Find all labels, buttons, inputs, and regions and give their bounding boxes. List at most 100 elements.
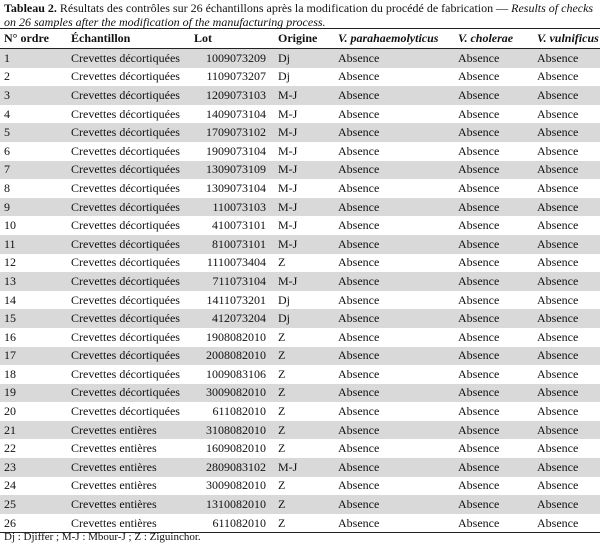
cell-origin: Z xyxy=(274,513,334,534)
cell-lot: 611082010 xyxy=(212,404,266,419)
cell-order: 14 xyxy=(4,292,16,307)
cell-order: 12 xyxy=(4,255,16,270)
cell-origin: Dj xyxy=(274,309,334,328)
cell-sample: Crevettes décortiquées xyxy=(71,329,180,344)
cell-lot: 711073104 xyxy=(190,272,274,291)
cell-origin: M-J xyxy=(278,143,298,158)
cell-lot: 1908082010 xyxy=(206,329,266,344)
cell-lot: 3009082010 xyxy=(190,383,274,403)
cell-lot: 1110073404 xyxy=(206,255,266,270)
cell-v-vulnificus: Absence xyxy=(533,420,600,440)
cell-lot: 412073204 xyxy=(190,309,274,328)
cell-v-cholerae: Absence xyxy=(458,106,500,121)
cell-lot: 1309073109 xyxy=(190,160,274,180)
table-row: 22 Crevettes entières 1609082010 Z Absence Ab… xyxy=(0,439,600,458)
header-v-vulnificus: V. vulnificus xyxy=(533,28,600,49)
table-row: 4 Crevettes décortiquées 1409073104 M-J Abse… xyxy=(0,105,600,124)
cell-v-parahaemolyticus: Absence xyxy=(334,160,454,180)
cell-origin: Z xyxy=(274,495,334,514)
cell-sample: Crevettes entières xyxy=(67,420,190,440)
cell-lot: 1209073103 xyxy=(190,86,274,105)
cell-v-cholerae: Absence xyxy=(454,309,533,328)
cell-v-cholerae: Absence xyxy=(454,197,533,217)
cell-origin: M-J xyxy=(274,123,334,142)
cell-v-vulnificus: Absence xyxy=(537,292,579,307)
cell-origin: Z xyxy=(274,420,334,440)
cell-lot: 810073101 xyxy=(190,234,274,254)
cell-lot: 3108082010 xyxy=(190,420,274,440)
cell-order: 7 xyxy=(0,160,67,180)
cell-sample: Crevettes décortiquées xyxy=(71,404,180,419)
cell-v-parahaemolyticus: Absence xyxy=(334,197,454,217)
cell-sample: Crevettes entières xyxy=(67,495,190,514)
cell-v-cholerae: Absence xyxy=(458,292,500,307)
cell-order: 20 xyxy=(4,404,16,419)
cell-lot: 1009083106 xyxy=(206,366,266,381)
table-row: 20 Crevettes décortiquées 611082010 Z Absenc… xyxy=(0,402,600,421)
cell-v-vulnificus: Absence xyxy=(533,513,600,534)
cell-order: 8 xyxy=(4,180,10,195)
header-order: N° ordre xyxy=(0,28,67,49)
table-row: 13 Crevettes décortiquées 711073104 M-J Abse… xyxy=(0,272,600,291)
cell-v-vulnificus: Absence xyxy=(533,197,600,217)
cell-origin: M-J xyxy=(274,197,334,217)
cell-v-parahaemolyticus: Absence xyxy=(338,180,380,195)
cell-v-vulnificus: Absence xyxy=(533,123,600,142)
cell-v-cholerae: Absence xyxy=(454,458,533,477)
cell-origin: M-J xyxy=(274,86,334,105)
cell-sample: Crevettes décortiquées xyxy=(67,160,190,180)
caption-text-fr: Résultats des contrôles sur 26 échantill… xyxy=(59,1,494,15)
cell-order: 9 xyxy=(0,197,67,217)
cell-origin: Z xyxy=(278,329,286,344)
cell-sample: Crevettes décortiquées xyxy=(71,218,180,233)
cell-lot: 1310082010 xyxy=(190,495,274,514)
cell-origin: Dj xyxy=(278,69,290,84)
table-row: 7 Crevettes décortiquées 1309073109 M-J Abse… xyxy=(0,160,600,180)
cell-v-cholerae: Absence xyxy=(458,404,500,419)
cell-lot: 1411073201 xyxy=(206,292,266,307)
header-row: N° ordre Échantillon Lot Origine V. para… xyxy=(0,28,600,49)
cell-v-vulnificus: Absence xyxy=(533,383,600,403)
cell-order: 15 xyxy=(0,309,67,328)
table-row: 8 Crevettes décortiquées 1309073104 M-J Abse… xyxy=(0,179,600,198)
cell-v-parahaemolyticus: Absence xyxy=(338,329,380,344)
cell-v-parahaemolyticus: Absence xyxy=(334,123,454,142)
cell-v-parahaemolyticus: Absence xyxy=(338,143,380,158)
cell-v-vulnificus: Absence xyxy=(533,234,600,254)
cell-lot: 2809083102 xyxy=(190,458,274,477)
table-row: 2 Crevettes décortiquées 1109073207 Dj Absen… xyxy=(0,68,600,87)
cell-v-parahaemolyticus: Absence xyxy=(334,383,454,403)
table-row: 17 Crevettes décortiquées 2008082010 Z Absen… xyxy=(0,346,600,366)
cell-lot: 611082010 xyxy=(190,513,274,534)
cell-v-cholerae: Absence xyxy=(454,346,533,366)
cell-v-parahaemolyticus: Absence xyxy=(338,366,380,381)
cell-sample: Crevettes décortiquées xyxy=(67,86,190,105)
cell-sample: Crevettes décortiquées xyxy=(67,346,190,366)
cell-v-cholerae: Absence xyxy=(458,255,500,270)
caption-separator: — xyxy=(493,1,512,15)
cell-order: 22 xyxy=(4,441,16,456)
cell-lot: 1409073104 xyxy=(206,106,266,121)
cell-v-vulnificus: Absence xyxy=(537,404,579,419)
table-row: 6 Crevettes décortiquées 1909073104 M-J Abse… xyxy=(0,142,600,161)
cell-v-parahaemolyticus: Absence xyxy=(334,309,454,328)
cell-lot: 1309073104 xyxy=(206,180,266,195)
cell-v-parahaemolyticus: Absence xyxy=(334,513,454,534)
cell-sample: Crevettes décortiquées xyxy=(67,234,190,254)
cell-sample: Crevettes entières xyxy=(67,458,190,477)
cell-origin: Z xyxy=(278,441,286,456)
cell-v-cholerae: Absence xyxy=(458,218,500,233)
cell-lot: 410073101 xyxy=(212,218,266,233)
table-row: 9 Crevettes décortiquées 110073103 M-J Absen… xyxy=(0,197,600,217)
results-table: N° ordre Échantillon Lot Origine V. para… xyxy=(0,28,600,534)
table-row: 11 Crevettes décortiquées 810073101 M-J Abse… xyxy=(0,234,600,254)
cell-v-parahaemolyticus: Absence xyxy=(334,272,454,291)
cell-v-cholerae: Absence xyxy=(454,272,533,291)
cell-v-vulnificus: Absence xyxy=(537,255,579,270)
table-body: 1 Crevettes décortiquées 1009073209 Dj Absen… xyxy=(0,48,600,534)
cell-v-vulnificus: Absence xyxy=(537,218,579,233)
cell-v-vulnificus: Absence xyxy=(537,366,579,381)
cell-order: 16 xyxy=(4,329,16,344)
cell-lot: 1609082010 xyxy=(206,441,266,456)
header-lot: Lot xyxy=(190,28,274,49)
